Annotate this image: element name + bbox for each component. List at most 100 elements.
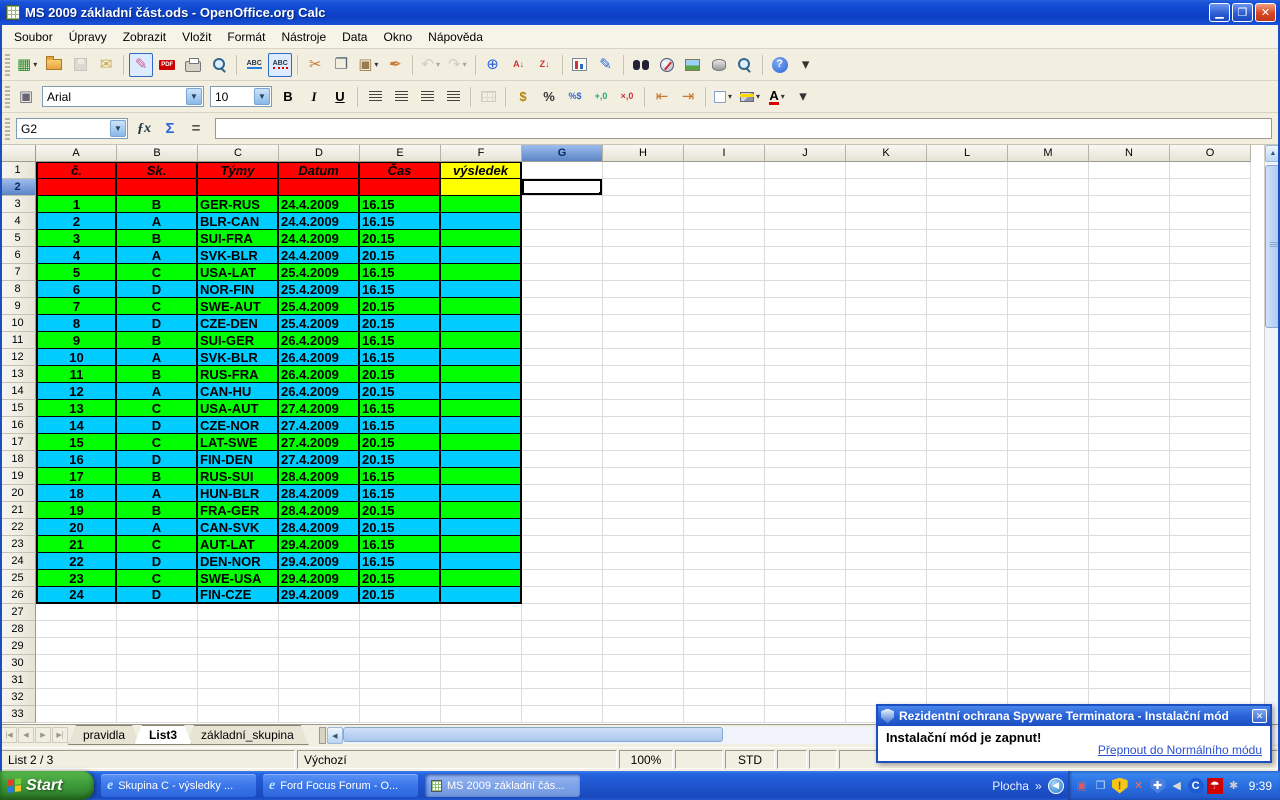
cell-L15[interactable]	[927, 400, 1008, 417]
cell-C19[interactable]: RUS-SUI	[198, 468, 279, 485]
cell-B5[interactable]: B	[117, 230, 198, 247]
cell-H22[interactable]	[603, 519, 684, 536]
cell-D19[interactable]: 28.4.2009	[279, 468, 360, 485]
standard-format-button[interactable]: %$	[563, 85, 587, 109]
cell-K31[interactable]	[846, 672, 927, 689]
cell-I11[interactable]	[684, 332, 765, 349]
cell-K5[interactable]	[846, 230, 927, 247]
cell-B21[interactable]: B	[117, 502, 198, 519]
cell-D33[interactable]	[279, 706, 360, 723]
cell-O11[interactable]	[1170, 332, 1251, 349]
cell-L13[interactable]	[927, 366, 1008, 383]
cell-K8[interactable]	[846, 281, 927, 298]
cell-F12[interactable]	[441, 349, 522, 366]
cell-N31[interactable]	[1089, 672, 1170, 689]
cell-J17[interactable]	[765, 434, 846, 451]
cell-N20[interactable]	[1089, 485, 1170, 502]
cell-N13[interactable]	[1089, 366, 1170, 383]
cell-H11[interactable]	[603, 332, 684, 349]
cell-C2[interactable]	[198, 179, 279, 196]
cell-N25[interactable]	[1089, 570, 1170, 587]
cell-J15[interactable]	[765, 400, 846, 417]
cell-N26[interactable]	[1089, 587, 1170, 604]
cell-J3[interactable]	[765, 196, 846, 213]
cell-D4[interactable]: 24.4.2009	[279, 213, 360, 230]
menu-item[interactable]: Úpravy	[61, 27, 115, 47]
cell-E5[interactable]: 20.15	[360, 230, 441, 247]
cell-H21[interactable]	[603, 502, 684, 519]
cell-N16[interactable]	[1089, 417, 1170, 434]
cut-button[interactable]: ✂	[303, 53, 327, 77]
cell-H3[interactable]	[603, 196, 684, 213]
cell-C21[interactable]: FRA-GER	[198, 502, 279, 519]
cell-B14[interactable]: A	[117, 383, 198, 400]
cell-M15[interactable]	[1008, 400, 1089, 417]
cell-B4[interactable]: A	[117, 213, 198, 230]
gallery-button[interactable]	[681, 53, 705, 77]
cell-D17[interactable]: 27.4.2009	[279, 434, 360, 451]
cell-D26[interactable]: 29.4.2009	[279, 587, 360, 604]
cell-G27[interactable]	[522, 604, 603, 621]
cell-E10[interactable]: 20.15	[360, 315, 441, 332]
toolbar-overflow-button[interactable]: ▾	[794, 53, 818, 77]
cell-N19[interactable]	[1089, 468, 1170, 485]
cell-A18[interactable]: 16	[36, 451, 117, 468]
cell-J29[interactable]	[765, 638, 846, 655]
borders-button[interactable]: ▾	[711, 85, 735, 109]
row-header-3[interactable]: 3	[0, 196, 36, 213]
cell-I8[interactable]	[684, 281, 765, 298]
cell-O21[interactable]	[1170, 502, 1251, 519]
cell-F5[interactable]	[441, 230, 522, 247]
cell-J24[interactable]	[765, 553, 846, 570]
font-size-combobox[interactable]: 10 ▼	[210, 86, 272, 107]
column-header-A[interactable]: A	[36, 145, 117, 162]
cell-C22[interactable]: CAN-SVK	[198, 519, 279, 536]
cell-H1[interactable]	[603, 162, 684, 179]
cell-G24[interactable]	[522, 553, 603, 570]
cell-O3[interactable]	[1170, 196, 1251, 213]
cell-K11[interactable]	[846, 332, 927, 349]
cell-M22[interactable]	[1008, 519, 1089, 536]
cell-G31[interactable]	[522, 672, 603, 689]
cell-F11[interactable]	[441, 332, 522, 349]
navigator-button[interactable]	[655, 53, 679, 77]
row-header-5[interactable]: 5	[0, 230, 36, 247]
cell-B23[interactable]: C	[117, 536, 198, 553]
underline-button[interactable]: U	[328, 85, 352, 109]
cell-M10[interactable]	[1008, 315, 1089, 332]
cell-L3[interactable]	[927, 196, 1008, 213]
cell-K19[interactable]	[846, 468, 927, 485]
cell-A30[interactable]	[36, 655, 117, 672]
cell-H20[interactable]	[603, 485, 684, 502]
cell-J14[interactable]	[765, 383, 846, 400]
cell-D3[interactable]: 24.4.2009	[279, 196, 360, 213]
cell-E29[interactable]	[360, 638, 441, 655]
cell-C15[interactable]: USA-AUT	[198, 400, 279, 417]
cell-N11[interactable]	[1089, 332, 1170, 349]
sum-button[interactable]: Σ	[158, 117, 182, 141]
cell-E11[interactable]: 16.15	[360, 332, 441, 349]
cell-O29[interactable]	[1170, 638, 1251, 655]
cell-A11[interactable]: 9	[36, 332, 117, 349]
cell-N30[interactable]	[1089, 655, 1170, 672]
cell-B20[interactable]: A	[117, 485, 198, 502]
cell-I28[interactable]	[684, 621, 765, 638]
cell-A15[interactable]: 13	[36, 400, 117, 417]
dropdown-arrow-icon[interactable]: ▾	[781, 92, 785, 101]
sort-descending-button[interactable]: Z↓	[533, 53, 557, 77]
volume-tray-icon[interactable]: ◀	[1169, 778, 1185, 794]
cell-L9[interactable]	[927, 298, 1008, 315]
cell-K7[interactable]	[846, 264, 927, 281]
cell-C26[interactable]: FIN-CZE	[198, 587, 279, 604]
cell-H12[interactable]	[603, 349, 684, 366]
chevron-down-icon[interactable]: ▼	[254, 88, 270, 105]
email-document-button[interactable]: ✉	[94, 53, 118, 77]
cell-D5[interactable]: 24.4.2009	[279, 230, 360, 247]
cell-D27[interactable]	[279, 604, 360, 621]
cell-I33[interactable]	[684, 706, 765, 723]
cell-C11[interactable]: SUI-GER	[198, 332, 279, 349]
cell-E1[interactable]: Čas	[360, 162, 441, 179]
cell-J33[interactable]	[765, 706, 846, 723]
sheet-tab-List3[interactable]: List3	[134, 725, 192, 745]
cell-L19[interactable]	[927, 468, 1008, 485]
